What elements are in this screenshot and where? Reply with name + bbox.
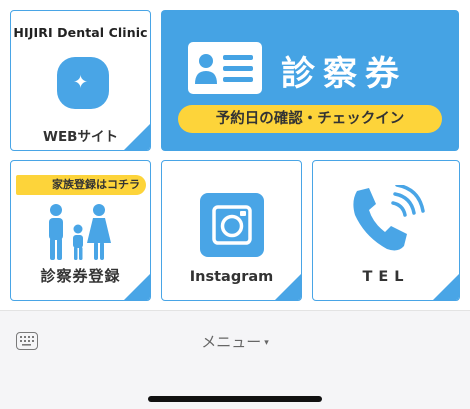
web-site-tile[interactable]: HIJIRI Dental Clinic ✦ WEBサイト bbox=[10, 10, 151, 151]
instagram-label: Instagram bbox=[189, 269, 274, 285]
menu-toggle[interactable]: メニュー ▾ bbox=[0, 331, 470, 352]
bottom-menu-bar: メニュー ▾ bbox=[0, 310, 470, 409]
tel-label: TEL bbox=[362, 269, 410, 285]
menu-label: メニュー bbox=[201, 333, 262, 351]
card-registration-label: 診察券登録 bbox=[40, 267, 121, 285]
chevron-down-icon: ▾ bbox=[264, 337, 269, 348]
reservation-checkin-pill: 予約日の確認・チェックイン bbox=[178, 105, 442, 133]
patient-card-title: 診察券 bbox=[281, 54, 407, 94]
family-icon bbox=[49, 204, 111, 260]
instagram-icon bbox=[200, 193, 264, 257]
phone-icon bbox=[353, 185, 425, 251]
card-registration-tile[interactable]: 家族登録はコチラ 診察券登録 bbox=[10, 160, 151, 301]
web-site-label: WEBサイト bbox=[43, 129, 118, 145]
tel-tile[interactable]: TEL bbox=[312, 160, 460, 301]
home-indicator[interactable] bbox=[148, 396, 322, 402]
patient-card-tile[interactable]: 診察券 予約日の確認・チェックイン bbox=[161, 10, 459, 151]
family-registration-badge: 家族登録はコチラ bbox=[16, 175, 146, 195]
instagram-tile[interactable]: Instagram bbox=[161, 160, 302, 301]
id-card-icon bbox=[188, 42, 262, 94]
clinic-name: HIJIRI Dental Clinic bbox=[13, 25, 148, 40]
